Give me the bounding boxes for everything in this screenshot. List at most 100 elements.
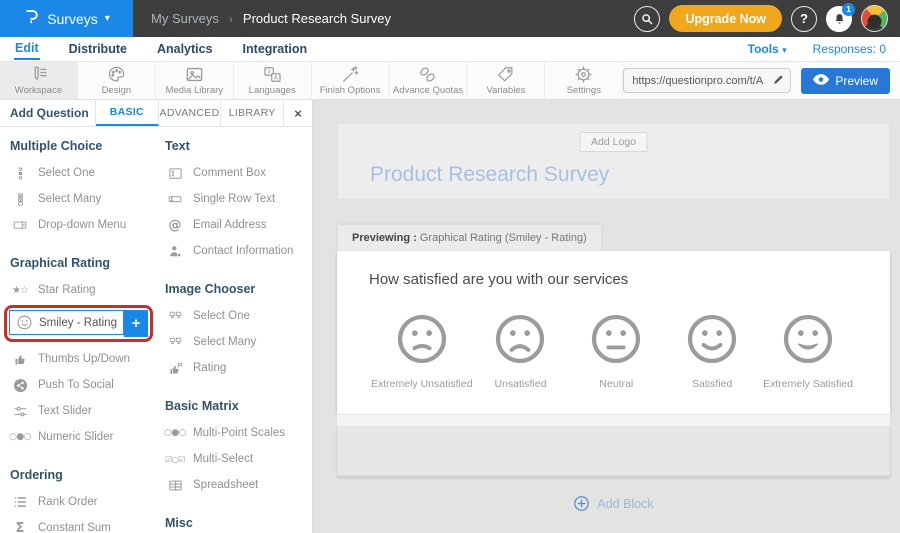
smiley-rating-highlight-circle: Smiley - Rating + bbox=[4, 305, 153, 342]
smiley-face-icon bbox=[395, 312, 449, 366]
numeric-slider-icon: ○●○ bbox=[10, 432, 30, 442]
question-type-single-row-text[interactable]: Single Row Text bbox=[165, 186, 312, 212]
single-row-text-icon bbox=[165, 192, 185, 206]
toolbar-item-advance-quotas[interactable]: Advance Quotas bbox=[390, 62, 468, 99]
multi-select-icon: ☑○☑ bbox=[165, 455, 185, 464]
question-type-image-select-one[interactable]: Select One bbox=[165, 303, 312, 329]
tab-integration[interactable]: Integration bbox=[242, 40, 309, 59]
question-type-comment-box[interactable]: Comment Box bbox=[165, 160, 312, 186]
block-divider bbox=[337, 414, 890, 426]
survey-canvas: Add Logo Product Research Survey Preview… bbox=[313, 100, 900, 533]
smiley-option-extremely-unsatisfied[interactable]: Extremely Unsatisfied bbox=[371, 312, 473, 390]
edit-url-pencil-icon[interactable] bbox=[772, 73, 785, 91]
question-type-thumbs-up-down[interactable]: Thumbs Up/Down bbox=[10, 346, 157, 372]
notifications-button[interactable]: 1 bbox=[826, 6, 852, 32]
add-question-panel: Add Question BASIC ADVANCED LIBRARY × Mu… bbox=[0, 100, 313, 533]
question-type-numeric-slider[interactable]: ○●○ Numeric Slider bbox=[10, 424, 157, 450]
question-type-image-select-many[interactable]: Select Many bbox=[165, 329, 312, 355]
dropdown-menu-icon bbox=[10, 218, 30, 232]
toolbar-item-finish-options[interactable]: Finish Options bbox=[312, 62, 390, 99]
spreadsheet-grid-icon bbox=[165, 478, 185, 493]
question-type-image-rating[interactable]: Rating bbox=[165, 355, 312, 381]
questionpro-app: Surveys ▾ My Surveys › Product Research … bbox=[0, 0, 900, 533]
toolbar-item-settings[interactable]: Settings bbox=[545, 62, 623, 99]
toolbar-item-workspace[interactable]: Workspace bbox=[0, 62, 78, 99]
question-type-dropdown-menu[interactable]: Drop-down Menu bbox=[10, 212, 157, 238]
chevron-down-icon: ▾ bbox=[782, 45, 787, 55]
question-type-push-to-social[interactable]: Push To Social bbox=[10, 372, 157, 398]
question-panel-tabs: Add Question BASIC ADVANCED LIBRARY × bbox=[0, 100, 312, 127]
settings-gear-icon bbox=[574, 65, 593, 84]
question-type-contact-information[interactable]: Contact Information bbox=[165, 238, 312, 264]
tab-edit[interactable]: Edit bbox=[14, 39, 40, 60]
workspace-icon bbox=[29, 65, 48, 84]
tab-distribute[interactable]: Distribute bbox=[68, 40, 128, 59]
survey-header-card: Add Logo Product Research Survey bbox=[337, 123, 890, 200]
languages-icon: xA bbox=[263, 65, 282, 84]
smiley-face-icon bbox=[685, 312, 739, 366]
section-heading-misc: Misc bbox=[165, 516, 312, 530]
image-rating-thumb-icon bbox=[165, 361, 185, 376]
chevron-down-icon: ▾ bbox=[105, 13, 110, 24]
image-select-icon bbox=[165, 310, 185, 323]
notification-count-badge: 1 bbox=[842, 3, 855, 16]
checkbox-stack-icon bbox=[10, 192, 30, 207]
close-panel-icon[interactable]: × bbox=[284, 100, 312, 126]
tab-basic[interactable]: BASIC bbox=[96, 100, 159, 126]
toolbar-item-media-library[interactable]: Media Library bbox=[156, 62, 234, 99]
surveys-product-menu[interactable]: Surveys ▾ bbox=[0, 0, 133, 37]
plus-circle-icon bbox=[573, 495, 590, 512]
question-type-smiley-rating[interactable]: Smiley - Rating bbox=[9, 310, 124, 335]
section-heading: Text bbox=[165, 139, 312, 153]
survey-url-input[interactable] bbox=[623, 68, 791, 93]
comment-box-icon bbox=[165, 166, 185, 181]
section-heading: Graphical Rating bbox=[10, 256, 157, 270]
help-button[interactable]: ? bbox=[791, 6, 817, 32]
responses-count[interactable]: Responses: 0 bbox=[813, 42, 886, 56]
toolbar-item-languages[interactable]: xA Languages bbox=[234, 62, 312, 99]
radio-stack-icon bbox=[10, 166, 30, 181]
question-text: How satisfied are you with our services bbox=[337, 271, 890, 288]
question-type-select-many[interactable]: Select Many bbox=[10, 186, 157, 212]
thumbs-up-icon bbox=[10, 352, 30, 367]
upgrade-now-button[interactable]: Upgrade Now bbox=[669, 5, 782, 32]
star-rating-icon: ★☆ bbox=[10, 285, 30, 296]
search-button[interactable] bbox=[634, 6, 660, 32]
image-select-icon bbox=[165, 336, 185, 349]
question-type-rank-order[interactable]: Rank Order bbox=[10, 489, 157, 515]
question-type-text-slider[interactable]: Text Slider bbox=[10, 398, 157, 424]
share-social-icon bbox=[10, 378, 30, 393]
add-logo-button[interactable]: Add Logo bbox=[579, 132, 648, 152]
question-mark-icon: ? bbox=[800, 11, 808, 26]
smiley-option-satisfied[interactable]: Satisfied bbox=[664, 312, 760, 390]
question-type-multi-point-scales[interactable]: ○●○ Multi-Point Scales bbox=[165, 420, 312, 446]
survey-url-box bbox=[623, 68, 791, 93]
survey-title[interactable]: Product Research Survey bbox=[370, 163, 609, 187]
survey-section-nav: Edit Distribute Analytics Integration To… bbox=[0, 37, 900, 62]
tools-dropdown[interactable]: Tools ▾ bbox=[748, 42, 787, 56]
question-type-email-address[interactable]: @ Email Address bbox=[165, 212, 312, 238]
smiley-option-neutral[interactable]: Neutral bbox=[568, 312, 664, 390]
preview-button[interactable]: Preview bbox=[801, 68, 890, 94]
breadcrumb-my-surveys[interactable]: My Surveys bbox=[151, 11, 219, 26]
tab-advanced[interactable]: ADVANCED bbox=[159, 100, 222, 126]
question-type-star-rating[interactable]: ★☆ Star Rating bbox=[10, 277, 157, 303]
rank-order-icon bbox=[10, 495, 30, 509]
product-name: Surveys bbox=[47, 11, 98, 27]
toolbar-item-variables[interactable]: Variables bbox=[467, 62, 545, 99]
user-avatar[interactable] bbox=[861, 5, 888, 32]
question-type-select-one[interactable]: Select One bbox=[10, 160, 157, 186]
smiley-option-unsatisfied[interactable]: Unsatisfied bbox=[473, 312, 569, 390]
question-type-multi-select[interactable]: ☑○☑ Multi-Select bbox=[165, 446, 312, 472]
question-type-constant-sum[interactable]: Σ Constant Sum bbox=[10, 515, 157, 533]
tab-analytics[interactable]: Analytics bbox=[156, 40, 214, 59]
question-preview-card: How satisfied are you with our services … bbox=[337, 251, 890, 414]
smiley-option-extremely-satisfied[interactable]: Extremely Satisfied bbox=[760, 312, 856, 390]
toolbar-item-design[interactable]: Design bbox=[78, 62, 156, 99]
tab-library[interactable]: LIBRARY bbox=[221, 100, 284, 126]
question-type-spreadsheet[interactable]: Spreadsheet bbox=[165, 472, 312, 498]
search-icon bbox=[640, 12, 654, 26]
add-block-button[interactable]: Add Block bbox=[337, 495, 890, 512]
add-smiley-question-button[interactable]: + bbox=[124, 310, 148, 337]
question-types-column-1: Multiple Choice Select One Select Many D… bbox=[10, 139, 157, 533]
